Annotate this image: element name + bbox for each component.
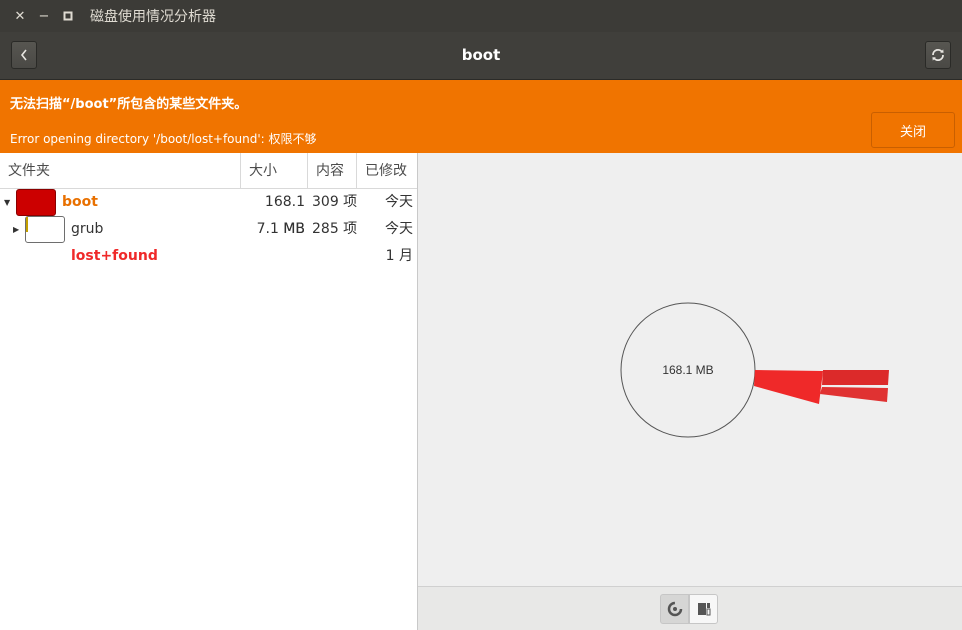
view-switcher-bar <box>418 586 962 630</box>
expander-expanded-icon[interactable]: ▼ <box>4 189 10 216</box>
window-maximize-button[interactable] <box>56 0 80 32</box>
infobar-title: 无法扫描“/boot”所包含的某些文件夹。 <box>10 97 248 112</box>
folder-size: 7.1 MB <box>256 221 305 237</box>
folder-tree: 文件夹 大小 内容 已修改 ▼ boot 168.1 MB 309 项 今天 ▶… <box>0 153 418 630</box>
folder-modified: 今天 <box>385 194 413 210</box>
ring-segment-outer-1[interactable] <box>822 370 889 385</box>
column-header-contents[interactable]: 内容 <box>308 153 357 189</box>
tree-header: 文件夹 大小 内容 已修改 <box>0 153 417 189</box>
ring-segment-outer-2[interactable] <box>820 387 888 402</box>
header-bar: boot <box>0 32 962 80</box>
tree-row-boot[interactable]: ▼ boot 168.1 MB 309 项 今天 <box>0 189 417 237</box>
infobar-message: Error opening directory '/boot/lost+foun… <box>10 132 317 146</box>
ring-center-label: 168.1 MB <box>662 363 713 377</box>
tree-row-grub[interactable]: ▶ grub 7.1 MB 285 项 今天 <box>0 216 417 243</box>
folder-contents: 285 项 <box>312 221 358 237</box>
tree-row-lost-found[interactable]: lost+found 1 月 <box>0 243 417 270</box>
header-title: boot <box>461 46 501 64</box>
folder-name: grub <box>71 221 104 237</box>
treemap-view-button[interactable] <box>689 594 718 624</box>
ring-chart-area: 168.1 MB <box>418 153 962 586</box>
folder-size: 168.1 MB <box>264 194 305 237</box>
window-title: 磁盘使用情况分析器 <box>90 9 216 25</box>
error-infobar: 无法扫描“/boot”所包含的某些文件夹。 Error opening dire… <box>0 80 962 153</box>
folder-contents: 309 项 <box>312 194 358 210</box>
usage-bar <box>16 189 56 216</box>
folder-modified: 今天 <box>385 221 413 237</box>
ring-segment-grub[interactable] <box>754 370 823 404</box>
folder-modified: 1 月 <box>385 248 413 264</box>
column-header-folder[interactable]: 文件夹 <box>0 153 241 189</box>
maximize-icon <box>63 11 73 21</box>
column-header-size[interactable]: 大小 <box>241 153 308 189</box>
ring-chart-icon <box>667 601 682 617</box>
column-header-modified[interactable]: 已修改 <box>357 153 417 189</box>
infobar-close-button[interactable]: 关闭 <box>871 112 955 148</box>
refresh-icon <box>932 48 944 62</box>
window-close-button[interactable]: ✕ <box>8 0 32 32</box>
ring-view-button[interactable] <box>660 594 689 624</box>
ring-chart[interactable]: 168.1 MB <box>418 153 962 586</box>
folder-name: boot <box>62 194 98 210</box>
window-minimize-button[interactable]: − <box>32 0 56 32</box>
folder-name: lost+found <box>71 248 158 264</box>
expander-collapsed-icon[interactable]: ▶ <box>13 216 19 243</box>
reload-button[interactable] <box>925 41 951 69</box>
usage-bar-fill <box>26 217 28 232</box>
window-titlebar: ✕ − 磁盘使用情况分析器 <box>0 0 962 32</box>
usage-bar <box>25 216 65 243</box>
treemap-icon <box>697 603 710 616</box>
